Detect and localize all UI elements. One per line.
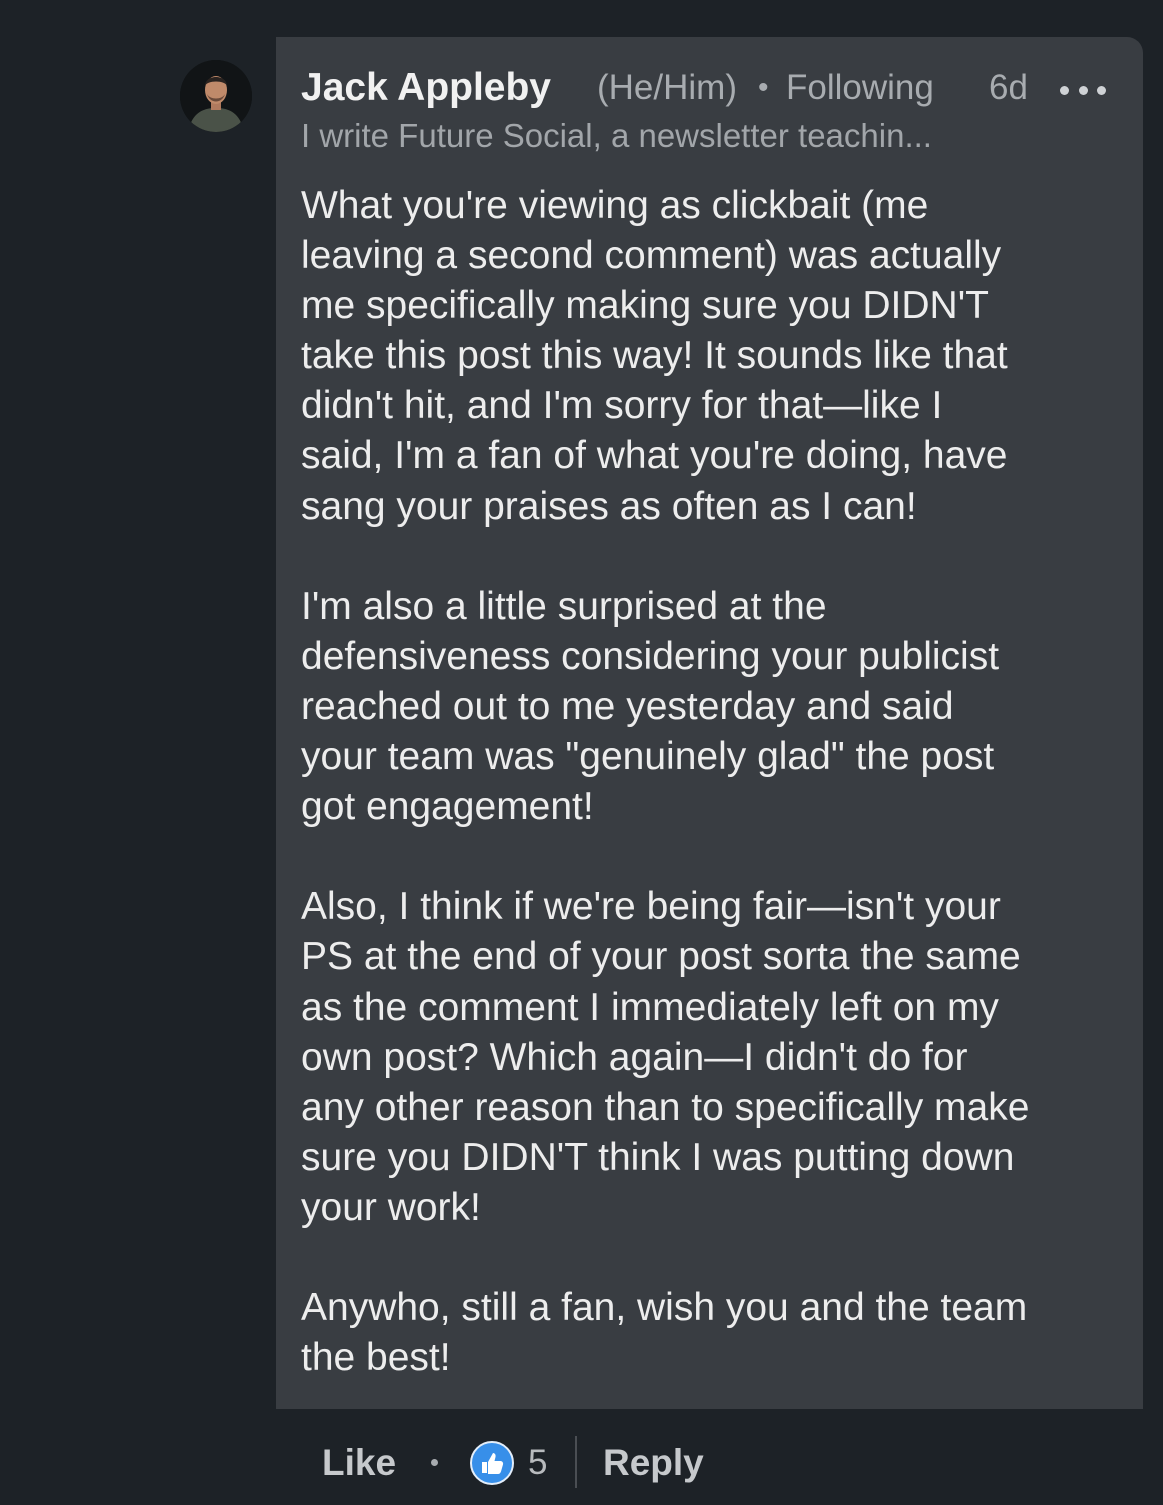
comment-line: any other reason than to specifically ma… [301,1085,1030,1129]
comment-line: sang your praises as often as I can! [301,484,917,528]
comment-timestamp: 6d [989,68,1028,107]
author-headline: I write Future Social, a newsletter teac… [301,117,932,154]
comment-line: said, I'm a fan of what you're doing, ha… [301,434,1008,478]
reply-button[interactable]: Reply [603,1440,704,1486]
more-dot [1097,85,1106,95]
thumbs-up-icon[interactable] [470,1441,514,1485]
comment-line: Anywho, still a fan, wish you and the te… [301,1286,1028,1330]
author-pronouns: (He/Him) [597,68,737,107]
actions-divider [575,1436,577,1488]
comment-line: got engagement! [301,785,594,829]
comment-line: didn't hit, and I'm sorry for that—like … [301,384,943,428]
comment-line: PS at the end of your post sorta the sam… [301,935,1021,979]
comment-line: your team was "genuinely glad" the post [301,735,995,779]
comment-line: reached out to me yesterday and said [301,684,954,728]
comment-line: your work! [301,1185,481,1229]
more-dot [1060,85,1069,95]
more-horizontal-icon[interactable] [1060,82,1106,98]
meta-separator: • [758,71,769,104]
like-button[interactable]: Like [322,1440,396,1486]
comment-line: take this post this way! It sounds like … [301,334,1008,378]
comment-line: What you're viewing as clickbait (me [301,184,929,227]
comment-body: What you're viewing as clickbait (me lea… [301,181,1131,1383]
comment-line: leaving a second comment) was actually [301,234,1002,278]
reaction-count[interactable]: 5 [528,1440,547,1486]
comment-line: Also, I think if we're being fair—isn't … [301,885,1001,929]
following-status: Following [786,68,934,107]
comment-line: me specifically making sure you DIDN'T [301,284,989,328]
comment-line: I'm also a little surprised at the [301,584,827,628]
author-name[interactable]: Jack Appleby [301,64,551,112]
comment-line: own post? Which again—I didn't do for [301,1035,968,1079]
comment-line: sure you DIDN'T think I was putting down [301,1135,1015,1179]
comment-line: defensiveness considering your publicist [301,634,1000,678]
avatar-image [180,60,252,132]
comment-line [301,832,1131,882]
more-dot [1078,85,1088,95]
comment-line [301,1233,1131,1283]
avatar[interactable] [180,60,252,132]
comment-line: as the comment I immediately left on my [301,985,999,1029]
action-separator-dot [431,1459,438,1466]
comment-line [301,532,1131,582]
comment-line: the best! [301,1336,451,1380]
